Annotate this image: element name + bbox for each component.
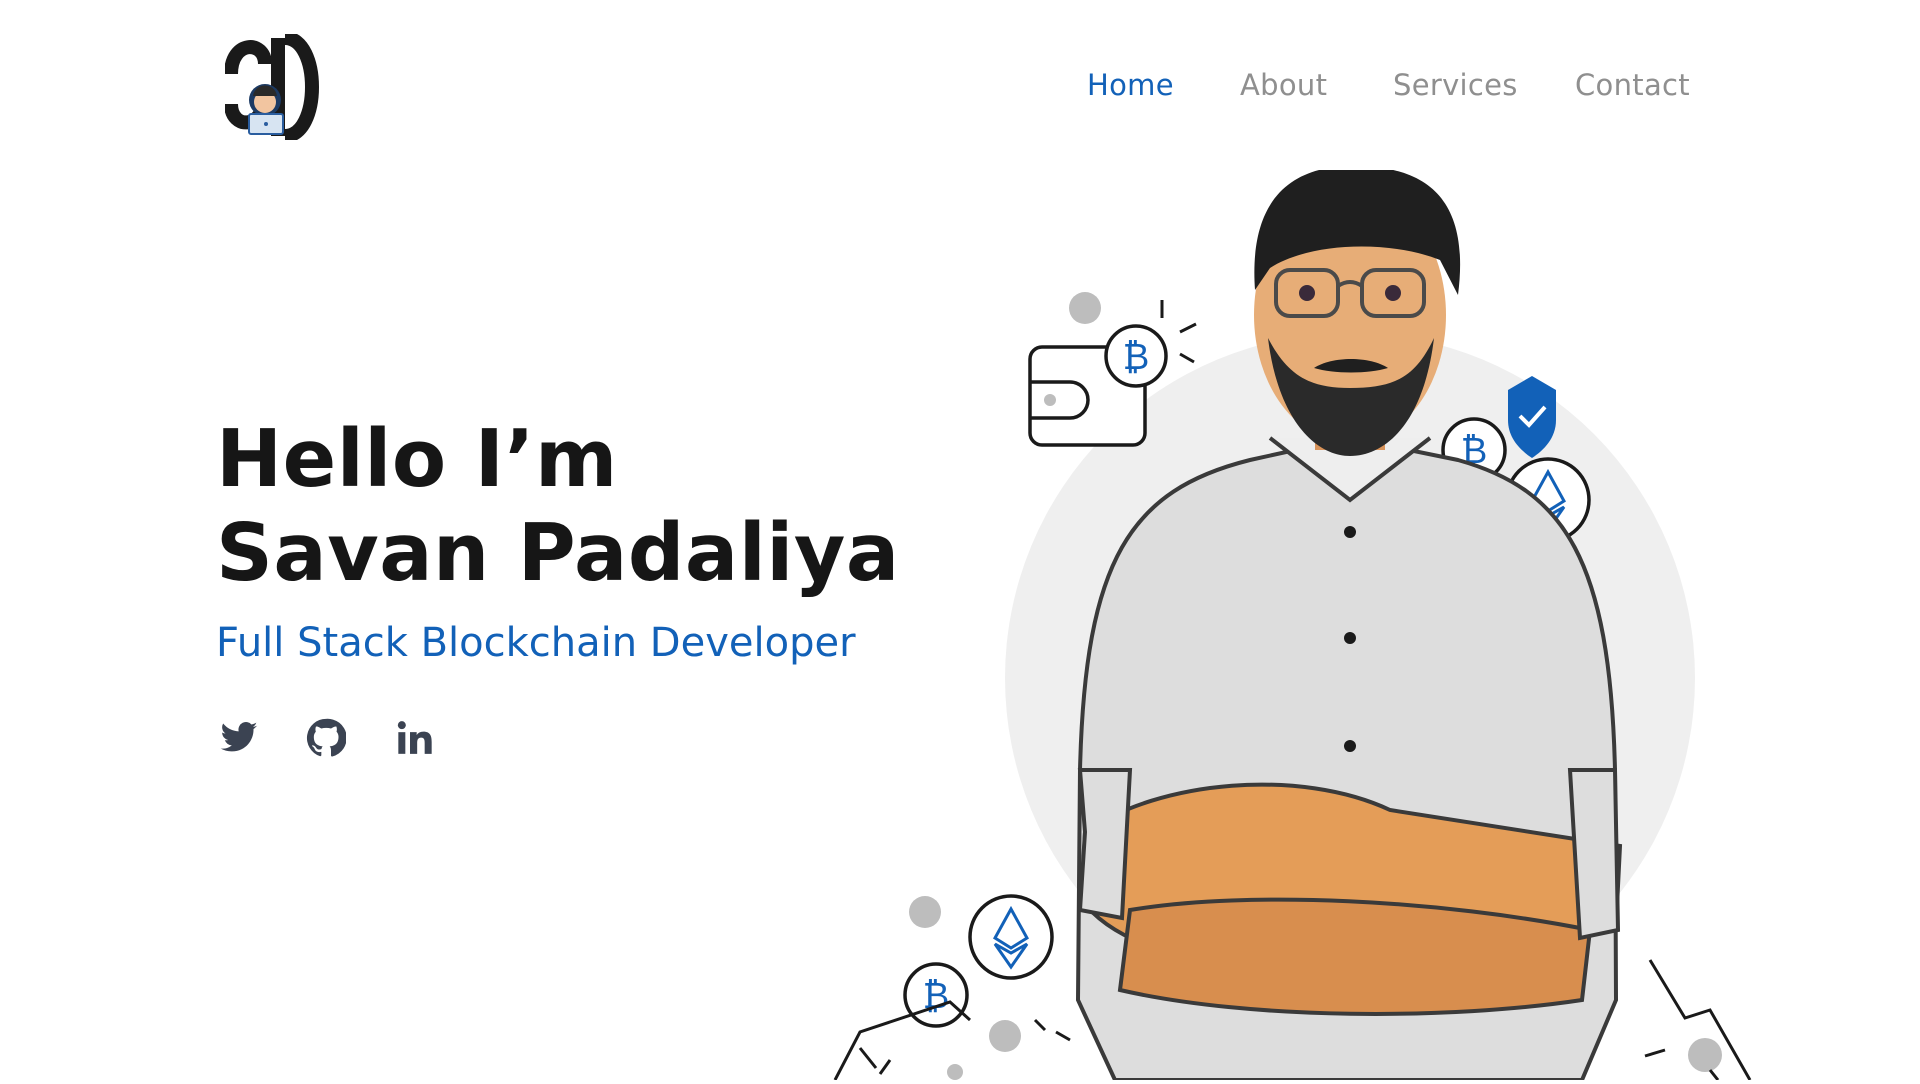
github-link[interactable] xyxy=(306,718,347,758)
hero-intro: Hello I’m Savan Padaliya Full Stack Bloc… xyxy=(216,412,900,666)
sleeve-right xyxy=(1567,768,1621,941)
nav-home[interactable]: Home xyxy=(1087,68,1174,102)
linkedin-icon xyxy=(397,721,432,754)
decor-dot xyxy=(1069,292,1101,324)
hero-name: Savan Padaliya xyxy=(216,507,900,599)
decor-dot xyxy=(1688,1038,1722,1072)
svg-text:₿: ₿ xyxy=(1123,337,1150,378)
nav-contact[interactable]: Contact xyxy=(1575,68,1690,102)
hero-greeting: Hello I’m xyxy=(216,413,618,505)
twitter-link[interactable] xyxy=(219,718,259,758)
linkedin-link[interactable] xyxy=(395,718,435,758)
decor-dot xyxy=(909,896,941,928)
main-nav: Home About Services Contact xyxy=(0,68,1920,108)
twitter-icon xyxy=(220,722,258,752)
sleeve-left xyxy=(1077,768,1133,921)
nav-services[interactable]: Services xyxy=(1393,68,1518,102)
bitcoin-coin-icon: ₿ xyxy=(903,962,969,1028)
ethereum-coin-icon xyxy=(968,894,1054,980)
forearm-lower xyxy=(1117,897,1593,1016)
person-illustration xyxy=(1075,165,1623,1082)
hero-subtitle: Full Stack Blockchain Developer xyxy=(216,620,856,666)
decor-dot xyxy=(947,1064,963,1080)
nav-about[interactable]: About xyxy=(1240,68,1327,102)
hero-illustration: ₿ ₿ ₿ xyxy=(830,165,1830,1082)
bitcoin-coin-icon: ₿ xyxy=(1104,324,1168,388)
github-icon xyxy=(306,718,347,757)
decor-dot xyxy=(989,1020,1021,1052)
